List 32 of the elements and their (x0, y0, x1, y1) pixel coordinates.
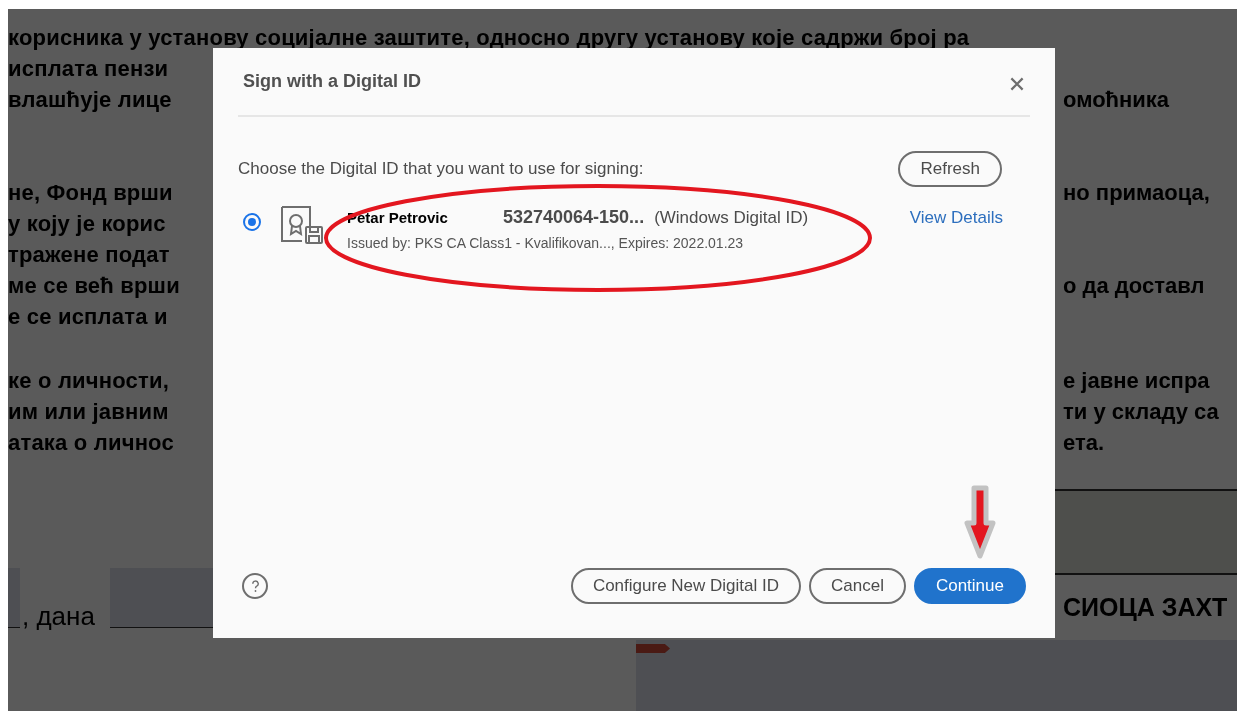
document-text: ме се већ врши (8, 272, 180, 300)
refresh-button[interactable]: Refresh (898, 151, 1002, 187)
id-type: (Windows Digital ID) (654, 207, 809, 229)
document-text: атака о личнос (8, 429, 174, 457)
document-text: омоћника (1063, 86, 1170, 114)
document-text: ке о личности, (8, 367, 170, 395)
id-details: Issued by: PKS CA Class1 - Kvalifikovan..., Expires: 2022.01.23 (347, 234, 745, 253)
id-serial: 532740064-150... (503, 206, 645, 229)
dialog-button[interactable]: Cancel (809, 568, 906, 604)
document-text: е се исплата и (8, 303, 168, 331)
document-text: ета. (1063, 429, 1105, 457)
document-text: влашћује лице (8, 86, 172, 114)
tag-marker (636, 644, 670, 653)
document-text: у коју је корис (8, 210, 166, 238)
document-text: им или јавним (8, 398, 169, 426)
document-text: е јавне испра (1063, 367, 1210, 395)
view-details-link[interactable]: View Details (909, 205, 1003, 231)
dialog-button[interactable]: Configure New Digital ID (570, 568, 801, 604)
document-text: не, Фонд врши (8, 179, 173, 207)
dialog-title: Sign with a Digital ID (243, 70, 421, 93)
document-text: о да доставл (1063, 272, 1205, 300)
radio-button[interactable] (243, 213, 261, 231)
document-text: тражене подат (8, 241, 170, 269)
document-text: СИОЦА ЗАХТ (1063, 592, 1228, 623)
continue-button[interactable]: Continue (913, 568, 1026, 604)
help-icon[interactable] (242, 573, 268, 599)
instruction-text: Choose the Digital ID that you want to use for signing: (238, 158, 644, 181)
certificate-icon (280, 205, 324, 245)
document-text: , дана (22, 600, 95, 633)
document-text: исплата пензи (8, 55, 169, 83)
document-text: но примаоца, (1063, 179, 1210, 207)
document-text: ти у складу са (1063, 398, 1219, 426)
